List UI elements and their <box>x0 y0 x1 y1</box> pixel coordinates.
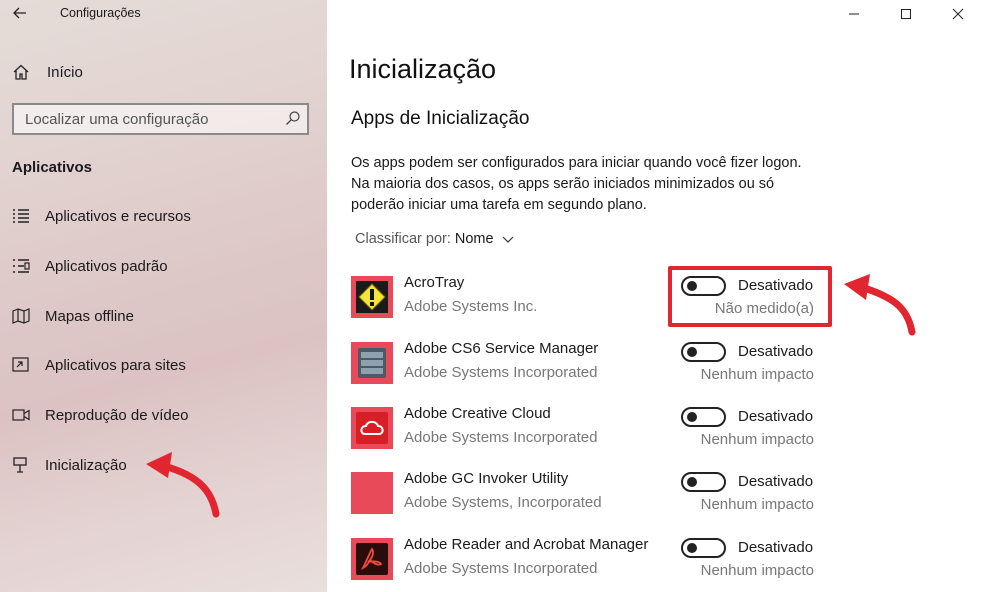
app-name: Adobe Creative Cloud <box>404 405 551 422</box>
app-name: AcroTray <box>404 274 465 291</box>
section-title: Aplicativos <box>12 159 93 176</box>
toggle-knob <box>687 477 697 487</box>
toggle-knob <box>687 543 697 553</box>
maximize-icon <box>901 9 911 19</box>
sidebar-item-offline-maps[interactable]: Mapas offline <box>12 305 134 327</box>
search-icon[interactable] <box>285 110 301 126</box>
list-item: Adobe Reader and Acrobat Manager Adobe S… <box>351 536 821 582</box>
app-name: Adobe Reader and Acrobat Manager <box>404 536 649 553</box>
sort-value[interactable]: Nome <box>455 231 494 247</box>
search-box[interactable] <box>12 103 309 135</box>
section-subtitle: Apps de Inicialização <box>351 108 530 129</box>
chevron-down-icon[interactable] <box>502 233 514 245</box>
title-bar: Configurações <box>0 0 327 28</box>
startup-toggle[interactable] <box>681 342 726 362</box>
page-title: Inicialização <box>349 54 497 84</box>
sidebar-item-label: Mapas offline <box>45 307 134 325</box>
app-publisher: Adobe Systems, Incorporated <box>404 494 602 511</box>
sidebar-item-startup[interactable]: Inicialização <box>12 454 127 476</box>
list-item: Adobe GC Invoker Utility Adobe Systems, … <box>351 470 821 516</box>
annotation-highlight-box <box>668 266 832 327</box>
toggle-knob <box>687 347 697 357</box>
impact-label: Nenhum impacto <box>700 562 814 579</box>
app-publisher: Adobe Systems Inc. <box>404 298 538 315</box>
window-title: Configurações <box>60 6 141 20</box>
sort-control[interactable]: Classificar por: Nome <box>355 231 514 247</box>
acrotray-icon <box>351 276 393 318</box>
sidebar-item-apps-features[interactable]: Aplicativos e recursos <box>12 205 191 227</box>
search-input[interactable] <box>14 105 274 133</box>
close-icon <box>952 8 964 20</box>
impact-label: Nenhum impacto <box>700 366 814 383</box>
sidebar: Configurações Início Aplicativos Aplicat… <box>0 0 327 592</box>
close-button[interactable] <box>932 0 984 28</box>
toggle-state: Desativado <box>738 473 814 490</box>
creative-cloud-icon <box>351 407 393 449</box>
startup-icon <box>12 456 30 474</box>
back-button[interactable] <box>8 3 32 23</box>
app-name: Adobe GC Invoker Utility <box>404 470 569 487</box>
video-icon <box>12 406 30 424</box>
description-text: Os apps podem ser configurados para inic… <box>351 155 802 213</box>
maximize-button[interactable] <box>880 0 932 28</box>
impact-label: Nenhum impacto <box>700 431 814 448</box>
list-item: Adobe CS6 Service Manager Adobe Systems … <box>351 340 821 386</box>
sidebar-item-label: Aplicativos e recursos <box>45 207 191 225</box>
app-tile-icon <box>351 472 393 514</box>
sidebar-item-label: Aplicativos para sites <box>45 356 186 374</box>
link-window-icon <box>12 356 30 374</box>
toggle-state: Desativado <box>738 539 814 556</box>
sidebar-item-video-playback[interactable]: Reprodução de vídeo <box>12 404 188 426</box>
minimize-button[interactable] <box>828 0 880 28</box>
toggle-state: Desativado <box>738 343 814 360</box>
sidebar-item-default-apps[interactable]: Aplicativos padrão <box>12 255 168 277</box>
toggle-knob <box>687 412 697 422</box>
list-item: Adobe Creative Cloud Adobe Systems Incor… <box>351 405 821 451</box>
minimize-icon <box>849 13 859 15</box>
startup-toggle[interactable] <box>681 538 726 558</box>
annotation-arrow-icon <box>844 274 916 336</box>
app-publisher: Adobe Systems Incorporated <box>404 560 598 577</box>
service-manager-icon <box>351 342 393 384</box>
app-publisher: Adobe Systems Incorporated <box>404 429 598 446</box>
startup-toggle[interactable] <box>681 407 726 427</box>
list-icon <box>12 207 30 225</box>
annotation-arrow-icon <box>146 452 220 518</box>
app-name: Adobe CS6 Service Manager <box>404 340 599 357</box>
window-controls <box>828 0 984 28</box>
sidebar-item-home[interactable]: Início <box>12 62 83 82</box>
sidebar-item-label: Inicialização <box>45 456 127 474</box>
impact-label: Nenhum impacto <box>700 496 814 513</box>
acrobat-icon <box>351 538 393 580</box>
sort-label: Classificar por: <box>355 231 451 247</box>
home-icon <box>13 64 29 80</box>
map-icon <box>12 307 30 325</box>
back-arrow-icon <box>13 7 26 19</box>
sidebar-item-label: Reprodução de vídeo <box>45 406 189 424</box>
sidebar-item-label: Início <box>47 63 83 81</box>
sidebar-item-apps-for-websites[interactable]: Aplicativos para sites <box>12 354 186 376</box>
startup-toggle[interactable] <box>681 472 726 492</box>
sidebar-item-label: Aplicativos padrão <box>45 257 168 275</box>
default-apps-icon <box>12 257 30 275</box>
toggle-state: Desativado <box>738 408 814 425</box>
app-publisher: Adobe Systems Incorporated <box>404 364 598 381</box>
